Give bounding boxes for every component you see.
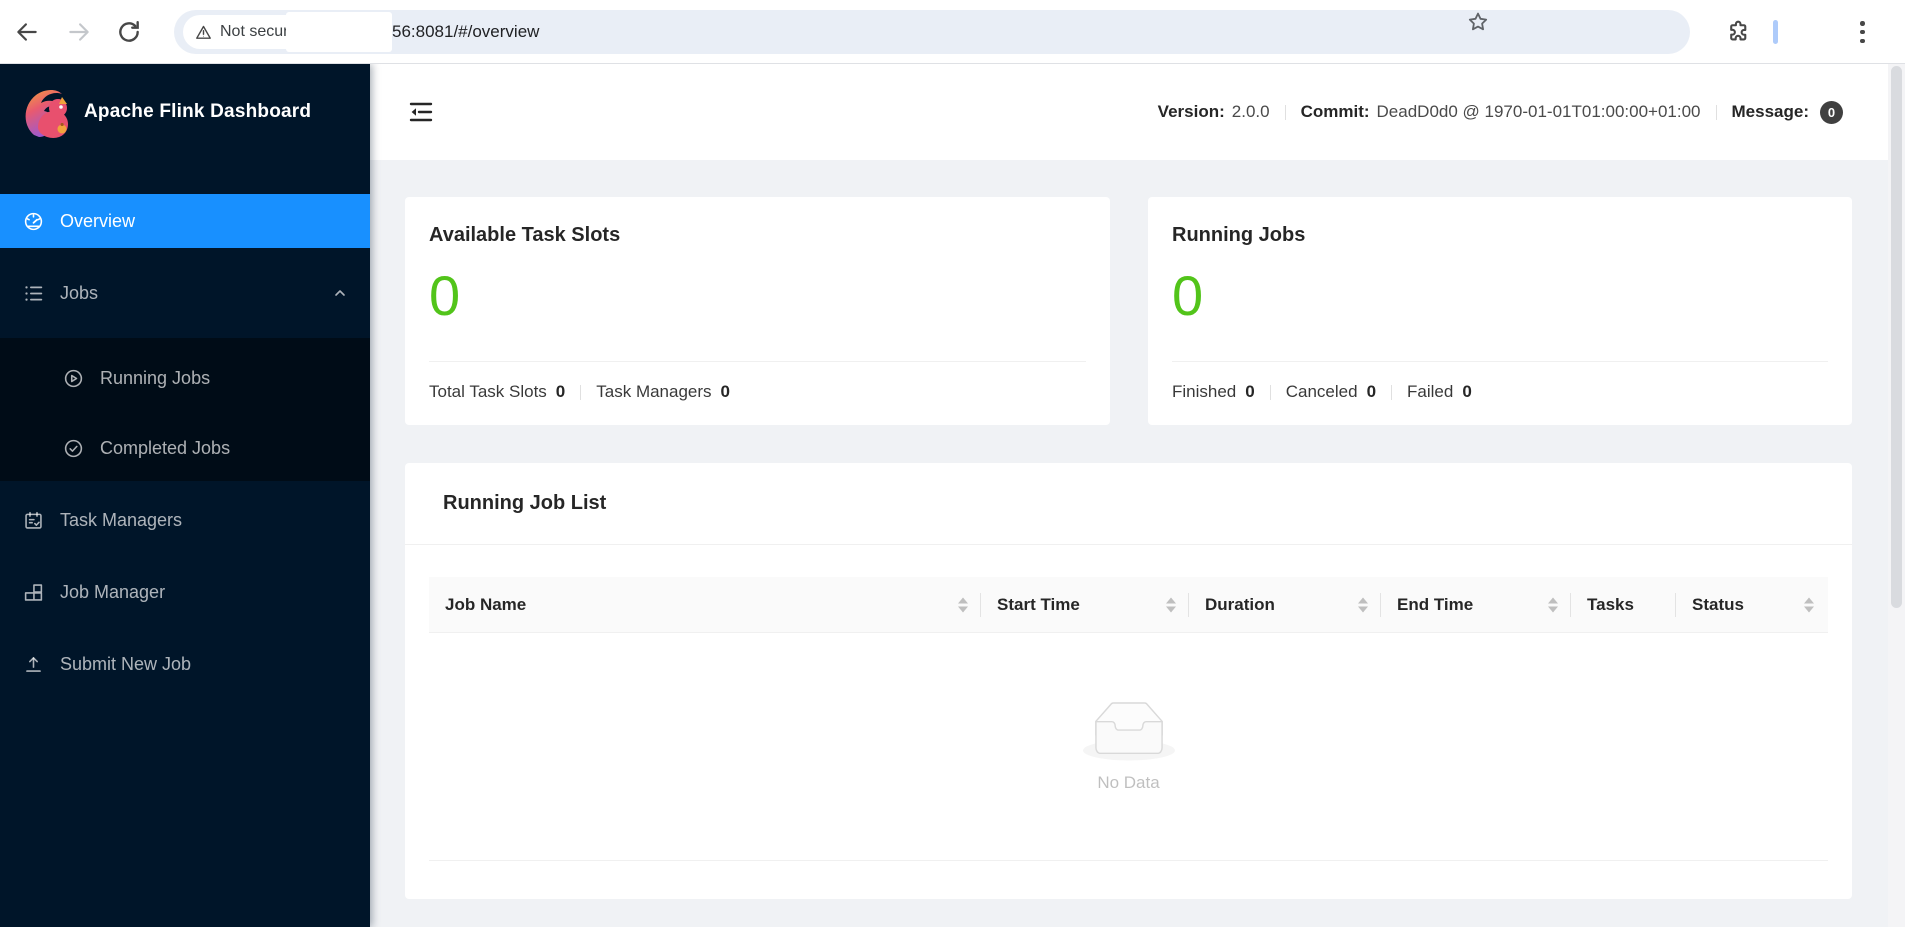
stat-value: 0 — [1462, 382, 1472, 401]
flink-squirrel-logo-icon — [25, 89, 68, 138]
bookmark-star-icon[interactable] — [1466, 10, 1490, 34]
empty-inbox-icon — [1082, 701, 1175, 760]
message-count-badge[interactable]: 0 — [1820, 100, 1843, 124]
sidebar-item-label: Task Managers — [60, 509, 183, 530]
check-circle-icon — [64, 439, 83, 457]
sidebar-item-task-managers[interactable]: Task Managers — [0, 493, 370, 547]
stat-value: 0 — [720, 382, 731, 401]
sidebar-item-job-manager[interactable]: Job Manager — [0, 565, 370, 619]
column-header-end-time[interactable]: End Time — [1381, 577, 1571, 632]
browser-back-icon[interactable] — [14, 19, 40, 45]
stat-label: Failed — [1407, 382, 1454, 401]
jobs-submenu: Running Jobs Completed Jobs — [0, 338, 370, 481]
flink-dashboard-screen: Not secure 56:8081/#/overview Apache Fli… — [0, 0, 1905, 927]
sidebar: Apache Flink Dashboard Overview Jobs Run… — [0, 64, 370, 927]
extensions-icon[interactable] — [1726, 19, 1751, 44]
sidebar-logo: Apache Flink Dashboard — [0, 64, 370, 160]
divider — [1284, 104, 1286, 120]
sidebar-item-label: Job Manager — [60, 581, 166, 602]
commit-value: DeadD0d0 @ 1970-01-01T01:00:00+01:00 — [1376, 102, 1701, 121]
menu-fold-icon[interactable] — [408, 99, 434, 125]
stat-value: 0 — [1245, 382, 1255, 401]
table-card-header: Running Job List — [405, 463, 1852, 545]
sidebar-item-completed-jobs[interactable]: Completed Jobs — [0, 421, 370, 475]
stat-label: Canceled — [1285, 382, 1358, 401]
url-text: 56:8081/#/overview — [392, 22, 540, 41]
sidebar-menu: Overview Jobs Running Jobs Completed Job… — [0, 194, 370, 691]
commit-label: Commit: — [1300, 102, 1370, 121]
sidebar-item-jobs[interactable]: Jobs — [0, 266, 370, 320]
sort-carets-icon[interactable] — [1548, 597, 1558, 612]
divider — [429, 361, 1086, 362]
address-bar[interactable]: Not secure 56:8081/#/overview — [174, 10, 1690, 54]
page-scrollbar[interactable] — [1888, 64, 1905, 927]
sidebar-item-submit-new-job[interactable]: Submit New Job — [0, 637, 370, 691]
table-card-body: Job Name Start Time Duration End Time Ta… — [405, 545, 1852, 861]
sidebar-item-label: Completed Jobs — [100, 437, 231, 458]
table-empty-state: No Data — [429, 633, 1828, 861]
card-stats: Finished 0 Canceled 0 Failed 0 — [1172, 382, 1828, 402]
column-header-tasks: Tasks — [1571, 577, 1676, 632]
divider — [1269, 384, 1271, 400]
column-header-job-name[interactable]: Job Name — [429, 577, 981, 632]
card-value: 0 — [1172, 264, 1204, 327]
sort-carets-icon[interactable] — [958, 597, 968, 612]
card-title: Available Task Slots — [429, 224, 621, 246]
sidebar-item-label: Submit New Job — [60, 653, 192, 674]
build-blocks-icon — [24, 583, 43, 601]
table-title: Running Job List — [443, 492, 607, 514]
scrollbar-thumb[interactable] — [1891, 66, 1902, 608]
play-circle-icon — [64, 369, 83, 387]
sidebar-item-label: Running Jobs — [100, 367, 211, 388]
browser-reload-icon[interactable] — [116, 19, 142, 45]
card-value: 0 — [429, 264, 461, 327]
overview-content: Available Task Slots 0 Total Task Slots … — [370, 160, 1905, 927]
running-jobs-card: Running Jobs 0 Finished 0 Canceled 0 Fai… — [1148, 197, 1852, 425]
divider — [1715, 104, 1717, 120]
card-title: Running Jobs — [1172, 224, 1306, 246]
stat-label: Task Managers — [596, 382, 712, 401]
sort-carets-icon[interactable] — [1166, 597, 1176, 612]
stat-value: 0 — [555, 382, 566, 401]
stat-label: Finished — [1172, 382, 1237, 401]
sidebar-item-running-jobs[interactable]: Running Jobs — [0, 351, 370, 405]
browser-toolbar: Not secure 56:8081/#/overview — [0, 0, 1905, 64]
version-value: 2.0.0 — [1231, 102, 1270, 121]
column-header-status[interactable]: Status — [1676, 577, 1827, 632]
running-job-list-card: Running Job List Job Name Start Time Dur… — [405, 463, 1852, 899]
browser-menu-icon[interactable] — [1860, 18, 1866, 46]
chevron-up-icon — [332, 285, 348, 306]
page-header: Version: 2.0.0 Commit: DeadD0d0 @ 1970-0… — [370, 64, 1905, 160]
upload-icon — [26, 656, 41, 672]
divider — [1391, 384, 1393, 400]
schedule-icon — [25, 511, 42, 529]
sort-carets-icon[interactable] — [1358, 597, 1368, 612]
card-stats: Total Task Slots 0 Task Managers 0 — [429, 382, 1086, 402]
dashboard-icon — [24, 212, 43, 230]
stat-label: Total Task Slots — [429, 382, 547, 401]
divider — [1172, 361, 1828, 362]
version-label: Version: — [1157, 102, 1225, 121]
browser-forward-icon[interactable] — [66, 19, 92, 45]
app-title: Apache Flink Dashboard — [84, 101, 312, 122]
message-label: Message: — [1731, 102, 1809, 121]
unordered-list-icon — [25, 285, 43, 301]
table-header-row: Job Name Start Time Duration End Time Ta… — [429, 577, 1828, 633]
sidebar-item-label: Jobs — [60, 282, 99, 303]
cluster-info: Version: 2.0.0 Commit: DeadD0d0 @ 1970-0… — [1157, 100, 1905, 124]
sort-carets-icon[interactable] — [1804, 597, 1814, 612]
column-header-start-time[interactable]: Start Time — [981, 577, 1189, 632]
url-redaction-block — [286, 12, 392, 52]
sidebar-item-overview[interactable]: Overview — [0, 194, 370, 248]
empty-text: No Data — [1097, 772, 1160, 792]
divider — [580, 384, 582, 400]
warning-icon — [196, 25, 211, 39]
available-task-slots-card: Available Task Slots 0 Total Task Slots … — [405, 197, 1110, 425]
column-header-duration[interactable]: Duration — [1189, 577, 1381, 632]
sidebar-item-label: Overview — [60, 210, 136, 231]
side-panel-indicator — [1773, 20, 1778, 44]
stat-value: 0 — [1366, 382, 1377, 401]
